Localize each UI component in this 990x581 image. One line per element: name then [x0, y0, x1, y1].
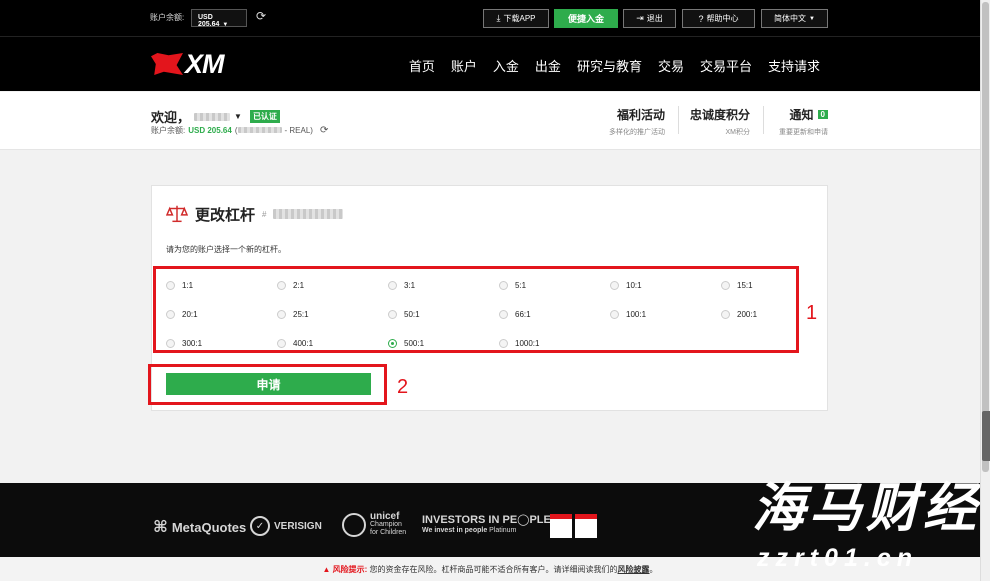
unicef-text: unicef	[370, 511, 400, 522]
risk-label: 风险提示:	[332, 565, 368, 574]
verified-badge: 已认证	[249, 110, 280, 123]
metaquotes-icon: ⌘	[153, 519, 168, 536]
nav-item-research[interactable]: 研究与教育	[569, 56, 650, 75]
nav-item-platforms[interactable]: 交易平台	[692, 56, 760, 75]
nav-item-support[interactable]: 支持请求	[760, 56, 828, 75]
annotation-box-submit	[148, 364, 387, 405]
award-badge-icon	[550, 514, 572, 538]
help-center-button[interactable]: ? 帮助中心	[682, 9, 755, 28]
metaquotes-text: MetaQuotes	[171, 519, 247, 535]
xm-logo-text: XM	[185, 48, 224, 79]
download-app-button[interactable]: ⤓ 下载APP	[483, 9, 549, 28]
language-label: 简体中文	[774, 14, 807, 23]
notification-count-badge: 0	[817, 110, 828, 119]
account-balance-value: USD 205.64	[188, 126, 232, 135]
card-header: 更改杠杆 #	[166, 203, 344, 225]
annotation-number: 1	[806, 302, 818, 324]
nav-item-accounts[interactable]: 账户	[443, 56, 485, 75]
loyalty-title: 忠诚度积分	[689, 108, 750, 122]
download-app-label: 下载APP	[503, 14, 536, 23]
account-balance-label: 账户余额:	[151, 126, 186, 135]
chevron-down-icon: ▼	[809, 15, 815, 22]
logout-button[interactable]: ⇥ 退出	[623, 9, 676, 28]
verisign-logo: ✓ VERISIGN	[250, 516, 322, 536]
annotation-number: 2	[397, 376, 409, 398]
loyalty-link[interactable]: 忠诚度积分 XM积分	[690, 106, 750, 137]
chevron-down-icon: ▼	[222, 22, 229, 28]
iip-text: INVESTORS IN PE◯PLE	[422, 514, 551, 526]
refresh-icon[interactable]: ⟳	[320, 125, 328, 136]
verisign-check-icon: ✓	[250, 516, 270, 536]
scrollbar[interactable]	[980, 0, 990, 581]
account-header: 欢迎， ▼ 已认证 账户余额: USD 205.64 ( - REAL) ⟳ 福…	[0, 92, 980, 150]
divider	[678, 106, 679, 134]
risk-text: 您的资金存在风险。杠杆商品可能不适合所有客户。请详细阅读我们的	[367, 565, 618, 574]
instruction-text: 请为您的账户选择一个新的杠杆。	[166, 245, 286, 254]
quick-deposit-label: 便捷入金	[567, 14, 604, 24]
nav-item-trading[interactable]: 交易	[650, 56, 692, 75]
notifications-title: 通知	[789, 108, 814, 122]
balance-select-value: USD 205.64	[198, 14, 220, 28]
promotions-link[interactable]: 福利活动 多样化的推广活动	[609, 106, 665, 137]
username-redacted	[194, 112, 231, 121]
side-feedback-tab[interactable]	[982, 411, 990, 461]
promotions-sub: 多样化的推广活动	[609, 129, 665, 136]
logout-label: 退出	[646, 14, 663, 23]
nav-menu: 首页 账户 入金 出金 研究与教育 交易 交易平台 支持请求	[401, 56, 828, 75]
nav-item-withdraw[interactable]: 出金	[527, 56, 569, 75]
help-icon: ?	[698, 13, 704, 24]
divider	[763, 106, 764, 134]
notifications-link[interactable]: 通知 0 重要更新和申请	[779, 106, 828, 137]
award-badges	[550, 514, 597, 538]
watermark-url: zzrt01.cn	[757, 544, 918, 572]
notifications-sub: 重要更新和申请	[779, 129, 828, 136]
award-badge-icon	[575, 514, 597, 538]
unicef-globe-icon	[342, 513, 366, 537]
warning-icon: ▲	[322, 565, 331, 574]
unicef-logo: unicef Champion for Children	[342, 511, 407, 537]
card-title: 更改杠杆	[195, 206, 256, 224]
top-bar: 账户余额: USD 205.64 ▼ ⟳ ⤓ 下载APP 便捷入金 ⇥ 退出 ? 帮助中…	[0, 0, 980, 36]
logout-icon: ⇥	[636, 13, 644, 23]
refresh-icon[interactable]: ⟳	[256, 9, 266, 23]
promotions-title: 福利活动	[616, 108, 665, 122]
risk-disclosure-link[interactable]: 风险披露	[618, 565, 650, 574]
download-icon: ⤓	[496, 13, 501, 23]
welcome-line: 欢迎， ▼ 已认证	[151, 107, 280, 126]
help-label: 帮助中心	[706, 14, 739, 23]
xm-logo[interactable]: XM	[151, 48, 224, 79]
main-nav: XM 首页 账户 入金 出金 研究与教育 交易 交易平台 支持请求	[0, 36, 980, 91]
language-select[interactable]: 简体中文 ▼	[761, 9, 828, 28]
iip-sub: We invest in people	[422, 527, 488, 534]
watermark-title: 海马财经	[752, 479, 980, 538]
loyalty-sub: XM积分	[725, 129, 751, 136]
scrollbar-thumb[interactable]	[982, 2, 989, 472]
account-number-redacted: (	[235, 126, 282, 135]
account-id-redacted	[273, 209, 344, 219]
metaquotes-logo: ⌘ MetaQuotes	[153, 517, 246, 537]
annotation-box-options	[153, 266, 799, 353]
welcome-text: 欢迎，	[151, 110, 191, 125]
risk-end: 。	[649, 565, 658, 574]
chevron-down-icon[interactable]: ▼	[234, 112, 242, 121]
account-balance: 账户余额: USD 205.64 ( - REAL) ⟳	[151, 125, 328, 136]
account-type: - REAL)	[284, 126, 313, 135]
balance-label: 账户余额:	[150, 13, 185, 22]
unicef-sub: Champion	[370, 521, 402, 528]
quick-deposit-button[interactable]: 便捷入金	[554, 9, 618, 28]
investors-in-people-logo: INVESTORS IN PE◯PLE We invest in people …	[422, 513, 551, 534]
unicef-sub2: for Children	[370, 529, 407, 536]
xm-logo-mark	[151, 53, 183, 75]
iip-level: Platinum	[489, 527, 517, 534]
balance-scale-icon	[166, 205, 188, 223]
nav-item-deposit[interactable]: 入金	[485, 56, 527, 75]
account-prefix: #	[262, 209, 267, 219]
balance-select[interactable]: USD 205.64 ▼	[191, 9, 247, 28]
nav-item-home[interactable]: 首页	[401, 56, 443, 75]
verisign-text: VERISIGN	[274, 520, 322, 532]
